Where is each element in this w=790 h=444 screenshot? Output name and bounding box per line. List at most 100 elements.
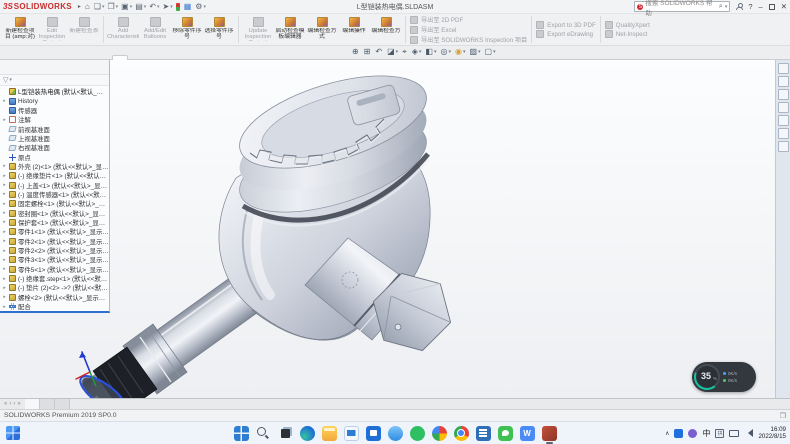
expander-arrow[interactable]: ▸ [2,98,7,104]
tree-item[interactable]: ▸ (-) 上盖<1> (默认<<默认>_显示状 [0,180,109,189]
search-button[interactable] [256,426,271,441]
export-2d-pdf-button[interactable]: 导出至 2D PDF [410,15,527,24]
edit-inspection-method-button[interactable]: 编辑检查方式 [306,15,338,44]
tree-item[interactable]: 右视基准面 [0,143,109,152]
tray-blue-app-icon[interactable] [674,429,683,438]
menu-expand-arrow[interactable]: ▸ [78,3,81,10]
store-icon[interactable] [366,426,381,441]
launch-template-editor-button[interactable]: 启动检查模板编辑器 [274,15,306,44]
new-inspection-project-button[interactable]: 新建检查项目 (amp:对) [4,15,36,44]
tree-item[interactable]: ▸ 外壳 (2)<1> (默认<<默认>_显示状 [0,162,109,171]
tree-item[interactable]: ▸ (-) 垫片 (2)<2> ->? (默认<<默认> [0,283,109,292]
expander-arrow[interactable]: ▸ [2,191,7,197]
ime-mode-icon[interactable]: 拼 [715,429,724,438]
export-excel-button[interactable]: 导出至 Excel [410,25,527,34]
help-button[interactable]: ? [748,2,752,12]
select-balloons-button[interactable]: 选择零件序号 [203,15,235,44]
start-button[interactable] [234,426,249,441]
expander-arrow[interactable]: ▸ [2,238,7,244]
tab-mbd[interactable] [80,55,96,59]
expander-arrow[interactable]: ▸ [2,117,7,123]
previous-view-icon[interactable]: ↶ [375,47,383,57]
custom-properties-icon[interactable] [778,128,789,139]
expander-arrow[interactable]: ▸ [2,163,7,169]
sheet-nav-arrow[interactable]: » [17,401,20,407]
expander-arrow[interactable]: ▸ [2,285,7,291]
home-button[interactable]: ⌂ [85,3,91,11]
expander-arrow[interactable]: ▸ [2,266,7,272]
mail-icon[interactable] [344,426,359,441]
expander-arrow[interactable]: ▸ [2,304,7,310]
tree-item[interactable]: ▸ 螺栓<2> (默认<<默认>_显示状态 [0,293,109,302]
edit-appearance-icon[interactable]: ◉▾ [455,47,466,57]
widgets-button[interactable] [6,426,20,440]
cloud-drive-icon[interactable] [388,426,403,441]
wps-icon[interactable]: W [520,426,535,441]
tree-item[interactable]: 传感器 [0,106,109,115]
file-properties-button[interactable]: ▦ [184,3,193,11]
sheet-tab-motion[interactable] [55,399,70,409]
file-explorer-panel-icon[interactable] [778,89,789,100]
graphics-viewport[interactable] [0,60,775,398]
sheet-nav-arrow[interactable]: ‹ [9,401,11,407]
net-inspect-button[interactable]: Net-Inspect [605,30,650,38]
chrome-icon[interactable] [454,426,469,441]
tree-item[interactable]: ▸ 配合 [0,302,109,311]
solidworks-forum-icon[interactable] [778,141,789,152]
expander-arrow[interactable]: ▸ [2,248,7,254]
options-button[interactable]: ⚙▾ [195,3,206,11]
expander-arrow[interactable]: ▸ [2,229,7,235]
tree-item[interactable]: ▸ 零件3<1> (默认<<默认>_显示状态 [0,255,109,264]
undo-button[interactable]: ↶▾ [149,3,159,11]
tray-expand-chevron[interactable]: ∧ [665,430,669,437]
edit-operation-button[interactable]: 编辑操作 [338,15,370,44]
tree-item[interactable]: ▸ 注解 [0,115,109,124]
file-explorer-icon[interactable] [322,426,337,441]
save-button[interactable]: ▣▾ [121,3,132,11]
reader-app-icon[interactable] [476,426,491,441]
task-view-button[interactable] [278,426,293,441]
expander-arrow[interactable]: ▸ [2,173,7,179]
export-sw-inspection-button[interactable]: 导出至 SOLIDWORKS Inspection 项目 [410,35,527,44]
expander-arrow[interactable]: ▸ [2,182,7,188]
solidworks-resources-icon[interactable] [778,63,789,74]
export-3d-pdf-button[interactable]: Export to 3D PDF [536,21,596,29]
sheet-tab-model[interactable] [25,399,40,409]
tree-item[interactable]: ▸ 固定螺栓<1> (默认<<默认>_显示状 [0,199,109,208]
new-inspection-sheet-button[interactable]: 新建检查表 [68,15,100,44]
expander-arrow[interactable]: ▸ [2,257,7,263]
overlay-performance-widget[interactable]: 35 % 0K/s 0K/s [692,362,756,392]
close-button[interactable]: ✕ [781,2,787,12]
display-tray-icon[interactable] [729,430,739,437]
display-style-icon[interactable]: ◧▾ [425,47,436,57]
tree-item[interactable]: ▸ (-) 绝缘垫片<1> (默认<<默认>_显 [0,171,109,180]
tree-item[interactable]: ▸ (-) 绝缘套.step<1> (默认<<默认> [0,274,109,283]
search-options-caret[interactable]: ▾ [725,4,728,10]
tree-item[interactable]: 上视基准面 [0,134,109,143]
apply-scene-icon[interactable]: ▨▾ [469,47,480,57]
section-view-icon[interactable]: ◪▾ [387,47,398,57]
tab-sw-addins[interactable] [64,55,80,59]
view-palette-icon[interactable] [778,102,789,113]
tab-sketch[interactable] [32,55,48,59]
tab-layout[interactable] [16,55,32,59]
search-input[interactable]: S 搜索 SOLIDWORKS 帮助 ⌕ ▾ [634,1,730,12]
add-edit-balloons-button[interactable]: Add/Edit Balloons [139,15,171,44]
browser-pinwheel-icon[interactable] [432,426,447,441]
search-icon[interactable]: ⌕ [719,3,723,11]
update-inspection-project-button[interactable]: Update Inspection Project [242,15,274,44]
tab-assembly[interactable] [0,55,16,59]
tab-evaluate[interactable] [48,55,64,59]
add-characteristic-button[interactable]: Add Characteristic [107,15,139,44]
tree-item[interactable]: ▸ 零件5<1> (默认<<默认>_显示状态 [0,265,109,274]
expander-arrow[interactable]: ▸ [2,294,7,300]
tree-filter[interactable]: ▽ ▾ [0,75,109,86]
tray-purple-app-icon[interactable] [688,429,697,438]
print-button[interactable]: ▤▾ [135,3,146,11]
edge-icon[interactable] [300,426,315,441]
minimize-button[interactable]: – [759,2,763,12]
open-button[interactable]: ❐▾ [107,3,118,11]
hide-show-items-icon[interactable]: ◎▾ [440,47,451,57]
measure-icon[interactable]: ⌖ [402,47,408,57]
tree-item[interactable]: ▸ 密封圈<1> (默认<<默认>_显示状 [0,208,109,217]
